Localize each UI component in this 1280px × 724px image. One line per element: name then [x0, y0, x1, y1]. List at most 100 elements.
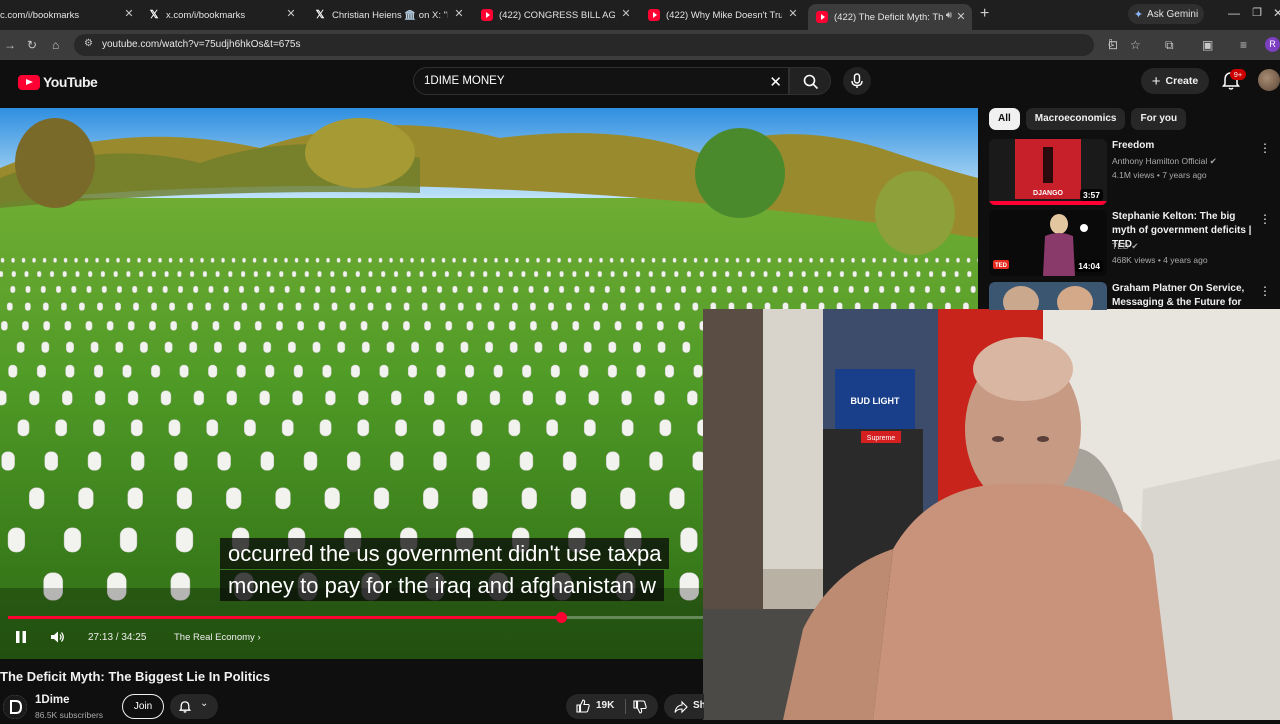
headstone — [597, 271, 602, 278]
browser-tab-active[interactable]: (422) The Deficit Myth: The 🔊︎ ✕ — [808, 4, 972, 30]
site-info-icon[interactable]: ⚙ — [84, 38, 93, 49]
browser-tab[interactable]: 𝕏 Christian Heiens 🏛️ on X: "It's t ✕ — [314, 4, 466, 26]
recommendation-item[interactable]: Graham Platner On Service, Messaging & t… — [989, 282, 1274, 310]
more-options-icon[interactable]: ⋮ — [1259, 284, 1271, 298]
headstone — [665, 285, 671, 293]
browser-tab[interactable]: c.com/i/bookmarks ✕ — [0, 4, 136, 26]
headstone — [767, 257, 771, 263]
sidebar-icon[interactable]: ▣ — [1202, 38, 1213, 52]
scrubber-handle[interactable] — [556, 612, 567, 623]
thumbs-down-icon[interactable] — [633, 700, 647, 714]
back-icon[interactable]: → — [4, 38, 16, 52]
more-options-icon[interactable]: ⋮ — [1259, 141, 1271, 155]
clear-search-icon[interactable]: ✕ — [769, 73, 782, 91]
pause-icon[interactable] — [14, 630, 28, 644]
close-tab-icon[interactable]: ✕ — [452, 7, 466, 21]
chapter-button[interactable]: The Real Economy › — [174, 632, 261, 643]
player-controls: 27:13 / 34:25 The Real Economy › — [0, 626, 710, 652]
create-button[interactable]: + Create — [1141, 68, 1209, 94]
headstone — [115, 341, 124, 353]
headstone — [432, 271, 437, 278]
recommendation-item[interactable]: TED 14:04 Stephanie Kelton: The big myth… — [989, 210, 1274, 276]
reload-icon[interactable]: ↻ — [27, 38, 37, 52]
headstone — [687, 390, 698, 406]
headstone — [559, 341, 567, 353]
install-icon[interactable]: ⊡ — [1108, 38, 1118, 52]
headstone — [266, 271, 271, 278]
close-window-icon[interactable]: ✕ — [1270, 6, 1280, 20]
tab-title: c.com/i/bookmarks — [0, 9, 80, 21]
headstone — [151, 364, 161, 378]
voice-search-button[interactable] — [843, 67, 871, 95]
headstone — [390, 451, 404, 471]
headstone — [389, 257, 393, 263]
search-input[interactable]: 1DIME MONEY — [424, 75, 505, 87]
headstone — [350, 364, 360, 378]
minimize-icon[interactable]: — — [1226, 6, 1242, 20]
browser-tab[interactable]: 𝕏 x.com/i/bookmarks ✕ — [148, 4, 298, 26]
headstone — [493, 364, 503, 378]
headstone — [160, 390, 172, 406]
recommendation-title[interactable]: Graham Platner On Service, Messaging & t… — [1112, 282, 1252, 310]
headstone — [84, 257, 89, 263]
headstone — [294, 257, 299, 263]
ask-gemini-button[interactable]: ✦ Ask Gemini — [1128, 4, 1204, 24]
new-tab-button[interactable]: + — [980, 5, 989, 23]
headstone — [776, 271, 781, 278]
subscription-notifications-button[interactable]: ⌄ — [170, 694, 218, 719]
close-tab-icon[interactable]: ✕ — [619, 7, 633, 21]
search-button[interactable] — [789, 67, 831, 95]
close-tab-icon[interactable]: ✕ — [284, 7, 298, 21]
address-bar[interactable]: ⚙ youtube.com/watch?v=75udjh6hkOs&t=675s… — [74, 34, 1115, 56]
recommendation-channel[interactable]: TED ✔ — [1112, 241, 1139, 252]
verified-icon: ✔ — [1209, 156, 1217, 166]
account-avatar[interactable] — [1258, 69, 1280, 91]
recommendation-item[interactable]: DJANGO 3:57 Freedom Anthony Hamilton Off… — [989, 139, 1274, 205]
headstone — [277, 302, 284, 311]
home-icon[interactable]: ⌂ — [52, 38, 59, 52]
bookmark-star-icon[interactable]: ☆ — [1130, 38, 1141, 52]
browser-tab[interactable]: (422) Why Mike Doesn't Trust Hi ✕ — [648, 4, 800, 26]
chip-all[interactable]: All — [989, 108, 1020, 130]
speaker-icon[interactable]: 🔊︎ — [946, 10, 952, 21]
url-text[interactable]: youtube.com/watch?v=75udjh6hkOs&t=675s — [102, 39, 300, 50]
downloads-icon[interactable]: ≡ — [1240, 38, 1247, 52]
more-options-icon[interactable]: ⋮ — [1259, 212, 1271, 226]
like-count[interactable]: 19K — [596, 700, 614, 711]
headstone — [55, 419, 68, 437]
headstone — [254, 285, 260, 293]
search-box[interactable]: 1DIME MONEY ✕ — [413, 67, 789, 95]
headstone — [787, 285, 793, 293]
video-thumbnail[interactable] — [989, 282, 1107, 310]
channel-avatar[interactable] — [3, 695, 27, 719]
headstone — [287, 341, 296, 353]
headstone — [649, 451, 663, 471]
video-thumbnail[interactable]: DJANGO 3:57 — [989, 139, 1107, 205]
extensions-icon[interactable]: ⧉ — [1165, 38, 1174, 53]
recommendation-title[interactable]: Freedom — [1112, 139, 1252, 153]
close-tab-icon[interactable]: ✕ — [786, 7, 800, 21]
channel-name[interactable]: 1Dime — [35, 694, 70, 706]
headstone — [641, 257, 645, 263]
browser-tab[interactable]: (422) CONGRESS BILL AGAINST ✕ — [481, 4, 633, 26]
recommendation-channel[interactable]: Anthony Hamilton Official ✔ — [1112, 156, 1217, 167]
share-button[interactable]: Sh — [664, 694, 704, 719]
close-tab-icon[interactable]: ✕ — [954, 10, 968, 24]
headstone — [894, 285, 900, 293]
volume-icon[interactable] — [50, 630, 66, 644]
headstone — [495, 271, 501, 278]
headstone — [444, 271, 450, 278]
chip-macroeconomics[interactable]: Macroeconomics — [1025, 108, 1126, 130]
join-button[interactable]: Join — [122, 694, 164, 719]
close-tab-icon[interactable]: ✕ — [122, 7, 136, 21]
youtube-logo[interactable]: YouTube — [18, 74, 98, 90]
thumbs-up-icon[interactable] — [576, 699, 590, 713]
microphone-icon — [851, 73, 863, 88]
youtube-icon — [481, 9, 493, 21]
profile-avatar[interactable]: R — [1265, 37, 1280, 52]
video-thumbnail[interactable]: TED 14:04 — [989, 210, 1107, 276]
progress-bar[interactable] — [8, 612, 708, 623]
chip-for-you[interactable]: For you — [1131, 108, 1187, 130]
headstone — [420, 257, 425, 263]
maximize-icon[interactable]: ❐ — [1249, 6, 1265, 19]
